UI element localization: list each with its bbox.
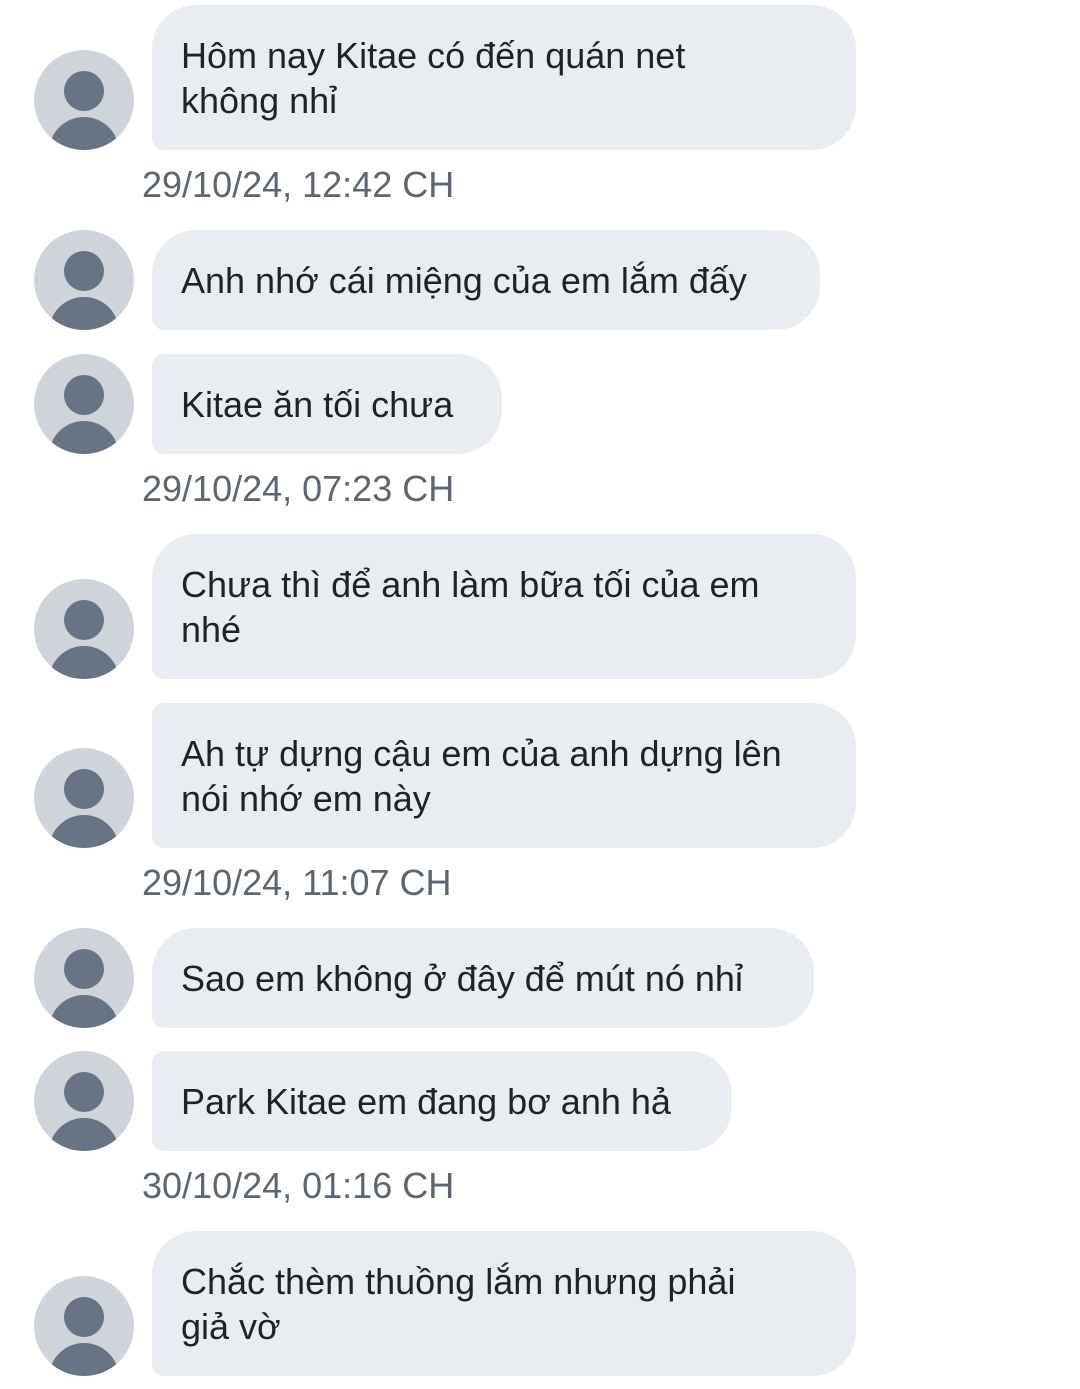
message-timestamp: 29/10/24, 12:42 CH: [142, 164, 455, 205]
avatar-body-shape: [49, 995, 119, 1028]
avatar-body-shape: [49, 1343, 119, 1376]
avatar-head-shape: [64, 1072, 104, 1112]
message-timestamp: 29/10/24, 11:07 CH: [142, 862, 452, 903]
message-bubble[interactable]: Chắc thèm thuồng lắm nhưng phải giả vờ: [152, 1231, 856, 1376]
avatar[interactable]: [34, 579, 134, 679]
avatar[interactable]: [34, 1051, 134, 1151]
message-bubble[interactable]: Kitae ăn tối chưa: [152, 354, 502, 454]
avatar[interactable]: [34, 1276, 134, 1376]
avatar-head-shape: [64, 375, 104, 415]
message-text: Anh nhớ cái miệng của em lắm đấy: [181, 259, 747, 301]
message-thread: Hôm nay Kitae có đến quán net không nhỉ …: [0, 0, 1080, 1389]
avatar[interactable]: [34, 230, 134, 330]
avatar[interactable]: [34, 928, 134, 1028]
message-text: Kitae ăn tối chưa: [181, 383, 454, 425]
avatar[interactable]: [34, 354, 134, 454]
message-bubble[interactable]: Anh nhớ cái miệng của em lắm đấy: [152, 230, 820, 330]
avatar-body-shape: [49, 117, 119, 150]
avatar-body-shape: [49, 297, 119, 330]
avatar-head-shape: [64, 949, 104, 989]
avatar-head-shape: [64, 1297, 104, 1337]
avatar-head-shape: [64, 71, 104, 111]
message-text: Chắc thèm thuồng lắm nhưng phải giả vờ: [181, 1260, 736, 1347]
avatar-head-shape: [64, 251, 104, 291]
message-text: Chưa thì để anh làm bữa tối của em nhé: [181, 563, 760, 650]
avatar[interactable]: [34, 748, 134, 848]
avatar-head-shape: [64, 600, 104, 640]
avatar[interactable]: [34, 50, 134, 150]
message-text: Sao em không ở đây để mút nó nhỉ: [181, 957, 743, 999]
avatar-body-shape: [49, 421, 119, 454]
message-timestamp: 30/10/24, 01:16 CH: [142, 1165, 455, 1206]
message-bubble[interactable]: Park Kitae em đang bơ anh hả: [152, 1051, 732, 1151]
message-text: Ah tự dựng cậu em của anh dựng lên nói n…: [181, 732, 782, 819]
avatar-head-shape: [64, 769, 104, 809]
avatar-body-shape: [49, 646, 119, 679]
message-text: Hôm nay Kitae có đến quán net không nhỉ: [181, 34, 686, 121]
avatar-body-shape: [49, 1118, 119, 1151]
message-bubble[interactable]: Hôm nay Kitae có đến quán net không nhỉ: [152, 5, 856, 150]
avatar-body-shape: [49, 815, 119, 848]
message-timestamp: 29/10/24, 07:23 CH: [142, 468, 455, 509]
message-bubble[interactable]: Sao em không ở đây để mút nó nhỉ: [152, 928, 814, 1028]
message-bubble[interactable]: Chưa thì để anh làm bữa tối của em nhé: [152, 534, 856, 679]
message-bubble[interactable]: Ah tự dựng cậu em của anh dựng lên nói n…: [152, 703, 856, 848]
message-text: Park Kitae em đang bơ anh hả: [181, 1080, 671, 1122]
